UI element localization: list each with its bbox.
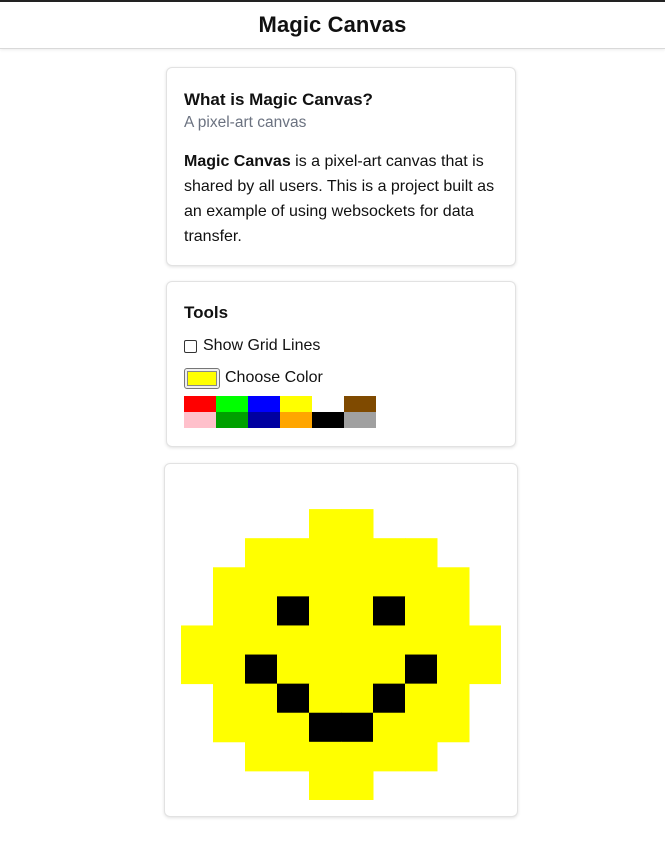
- palette-swatch[interactable]: [216, 412, 248, 428]
- about-title: What is Magic Canvas?: [184, 90, 373, 109]
- canvas-pixel[interactable]: [341, 567, 374, 597]
- palette-swatch[interactable]: [312, 396, 344, 412]
- canvas-pixel[interactable]: [373, 683, 406, 714]
- canvas-pixel[interactable]: [309, 625, 342, 655]
- canvas-pixel[interactable]: [437, 712, 470, 743]
- palette-swatch[interactable]: [312, 412, 344, 428]
- canvas-pixel[interactable]: [309, 596, 342, 626]
- grid-lines-label[interactable]: Show Grid Lines: [203, 337, 320, 355]
- canvas-pixel[interactable]: [437, 567, 470, 597]
- canvas-pixel[interactable]: [469, 625, 501, 655]
- canvas-pixel[interactable]: [405, 538, 438, 568]
- canvas-pixel[interactable]: [405, 741, 438, 772]
- pixel-canvas[interactable]: [181, 480, 501, 800]
- canvas-pixel[interactable]: [373, 596, 406, 626]
- app-title: Magic Canvas: [258, 12, 407, 37]
- canvas-pixel[interactable]: [309, 567, 342, 597]
- canvas-pixel[interactable]: [181, 654, 214, 685]
- canvas-pixel[interactable]: [373, 654, 406, 685]
- canvas-pixel[interactable]: [405, 683, 438, 714]
- choose-color-label: Choose Color: [225, 369, 323, 386]
- canvas-pixel[interactable]: [213, 596, 246, 626]
- grid-lines-checkbox[interactable]: [184, 339, 197, 353]
- canvas-pixel[interactable]: [373, 712, 406, 743]
- canvas-pixel[interactable]: [213, 683, 246, 714]
- canvas-pixel[interactable]: [405, 567, 438, 597]
- canvas-pixel[interactable]: [213, 567, 246, 597]
- palette-swatch[interactable]: [344, 412, 376, 428]
- canvas-pixel[interactable]: [309, 741, 342, 772]
- canvas-pixel[interactable]: [341, 538, 374, 568]
- canvas-pixel[interactable]: [309, 509, 342, 539]
- canvas-pixel[interactable]: [341, 625, 374, 655]
- canvas-pixel[interactable]: [277, 654, 310, 685]
- canvas-pixel[interactable]: [341, 683, 374, 714]
- canvas-pixel[interactable]: [437, 596, 470, 626]
- tools-card: Tools Show Grid Lines Choose Color: [166, 281, 516, 447]
- canvas-pixel[interactable]: [405, 596, 438, 626]
- canvas-pixel[interactable]: [341, 712, 374, 743]
- canvas-pixel[interactable]: [213, 654, 246, 685]
- canvas-pixel[interactable]: [245, 567, 278, 597]
- canvas-pixel[interactable]: [309, 770, 342, 800]
- canvas-card: [164, 463, 518, 817]
- palette-swatch[interactable]: [280, 412, 312, 428]
- about-description-bold: Magic Canvas: [184, 153, 291, 170]
- selected-color-swatch: [187, 370, 217, 386]
- canvas-pixel[interactable]: [309, 654, 342, 685]
- canvas-pixel[interactable]: [341, 509, 374, 539]
- canvas-pixel[interactable]: [245, 625, 278, 655]
- canvas-pixel[interactable]: [277, 567, 310, 597]
- canvas-pixel[interactable]: [437, 654, 470, 685]
- canvas-pixel[interactable]: [213, 712, 246, 743]
- canvas-pixel[interactable]: [245, 596, 278, 626]
- canvas-pixel[interactable]: [245, 741, 278, 772]
- canvas-pixel[interactable]: [341, 741, 374, 772]
- canvas-pixel[interactable]: [405, 712, 438, 743]
- palette-swatch[interactable]: [344, 396, 376, 412]
- canvas-pixel[interactable]: [341, 596, 374, 626]
- canvas-pixel[interactable]: [405, 625, 438, 655]
- about-card: What is Magic Canvas? A pixel-art canvas…: [166, 67, 516, 266]
- canvas-pixel[interactable]: [469, 654, 501, 685]
- canvas-pixel[interactable]: [277, 596, 310, 626]
- canvas-pixel[interactable]: [245, 654, 278, 685]
- palette-swatch[interactable]: [216, 396, 248, 412]
- canvas-pixel[interactable]: [437, 625, 470, 655]
- palette-swatch[interactable]: [184, 396, 216, 412]
- canvas-pixel[interactable]: [181, 625, 214, 655]
- canvas-pixel[interactable]: [437, 683, 470, 714]
- color-palette: [184, 396, 498, 428]
- canvas-pixel[interactable]: [245, 712, 278, 743]
- canvas-pixel[interactable]: [309, 712, 342, 743]
- canvas-pixel[interactable]: [373, 625, 406, 655]
- canvas-pixel[interactable]: [309, 683, 342, 714]
- canvas-pixel[interactable]: [277, 625, 310, 655]
- grid-lines-toggle[interactable]: Show Grid Lines: [184, 336, 498, 356]
- canvas-pixel[interactable]: [373, 538, 406, 568]
- canvas-pixel[interactable]: [277, 683, 310, 714]
- canvas-pixel[interactable]: [245, 538, 278, 568]
- canvas-pixel[interactable]: [341, 654, 374, 685]
- palette-swatch[interactable]: [280, 396, 312, 412]
- canvas-pixel[interactable]: [277, 538, 310, 568]
- about-description: Magic Canvas is a pixel-art canvas that …: [184, 149, 498, 249]
- canvas-pixel[interactable]: [405, 654, 438, 685]
- canvas-pixel[interactable]: [245, 683, 278, 714]
- tools-title: Tools: [184, 303, 229, 322]
- palette-swatch[interactable]: [184, 412, 216, 428]
- color-picker-row: Choose Color: [184, 366, 498, 390]
- canvas-pixel[interactable]: [373, 567, 406, 597]
- canvas-pixel[interactable]: [341, 770, 374, 800]
- palette-swatch[interactable]: [248, 396, 280, 412]
- color-picker[interactable]: [184, 367, 220, 389]
- canvas-pixel[interactable]: [277, 712, 310, 743]
- canvas-pixel[interactable]: [373, 741, 406, 772]
- canvas-pixel[interactable]: [213, 625, 246, 655]
- palette-swatch[interactable]: [248, 412, 280, 428]
- canvas-pixel[interactable]: [309, 538, 342, 568]
- app-header: Magic Canvas: [0, 0, 665, 49]
- about-subtitle: A pixel-art canvas: [184, 114, 307, 131]
- canvas-pixel[interactable]: [277, 741, 310, 772]
